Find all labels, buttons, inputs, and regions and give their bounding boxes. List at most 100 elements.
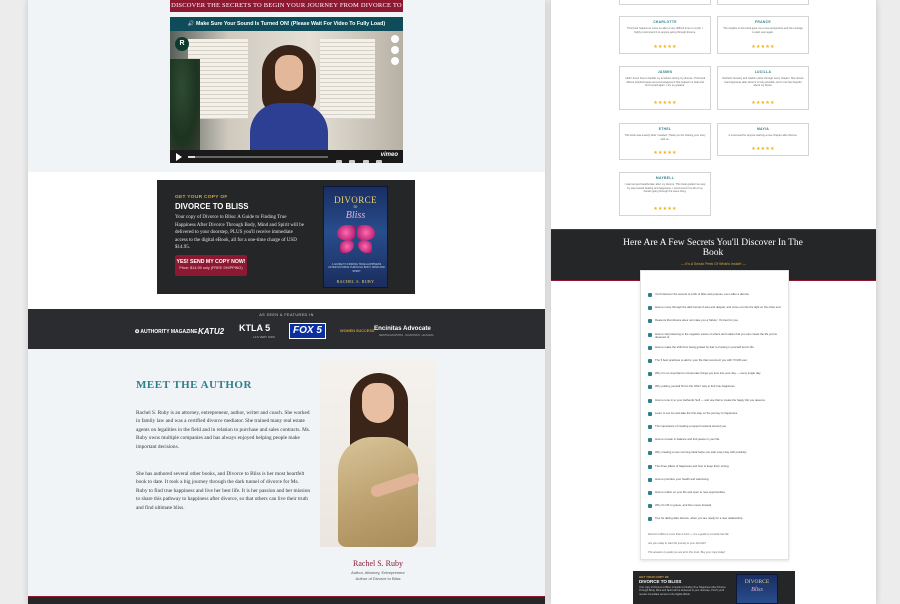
secret-bullet-text: How to move through the dark tunnel of l… [655, 305, 782, 310]
send-copy-price: Price: $14.95 only (FREE SHIPPING) [179, 266, 243, 270]
secret-bullet-text: Why putting yourself first is the ONLY w… [655, 384, 736, 389]
video-progress-fill [188, 156, 195, 158]
testimonial-card: ETHEL This book was exactly what I neede… [619, 123, 711, 160]
volume-icon[interactable] [336, 160, 342, 163]
testimonial-card: LUCILLA Rachel's honesty and wisdom shin… [717, 66, 809, 110]
checkmark-icon [648, 477, 652, 482]
video-controls: vimeo [170, 150, 403, 163]
secret-bullet-text: Why creating a new morning ritual helps … [655, 450, 747, 455]
video-frame [170, 31, 403, 150]
secret-bullet: How to make the shift from being guided … [648, 344, 784, 350]
secret-bullet-text: How to remain in balance and find peace … [655, 437, 720, 442]
author-bio-2: She has authored several other books, an… [136, 471, 311, 511]
footer-strip [28, 596, 545, 604]
checkmark-icon [648, 451, 652, 456]
checkmark-icon [648, 345, 652, 350]
checkmark-icon [648, 398, 652, 403]
testimonial-card: CHARLOTTE This book helped me move on af… [619, 16, 711, 54]
author-role: Author, Attorney, Entrepreneur Author of… [320, 570, 436, 581]
as-seen-section: AS SEEN & FEATURED IN ✪ AUTHORITY MAGAZI… [28, 309, 545, 349]
video-sound-notice: 🔊 Make Sure Your Sound Is Turned ON! (Pl… [170, 17, 403, 31]
promo-kicker: GET YOUR COPY OF [175, 195, 228, 200]
checkmark-icon [648, 359, 652, 363]
secret-bullet-text: How to tune in to your Authentic Self — … [655, 397, 766, 402]
video-player[interactable]: 🔊 Make Sure Your Sound Is Turned ON! (Pl… [170, 17, 403, 163]
window-shutters-right [320, 39, 375, 119]
checkmark-icon [648, 464, 652, 469]
checkmark-icon [648, 411, 652, 416]
fox5-logo: FOX 5 [289, 323, 326, 339]
author-photo [320, 359, 436, 547]
speaker-figure [250, 45, 328, 150]
testimonial-name: FRANCE [755, 20, 771, 24]
book-promo: GET YOUR COPY OF DIVORCE TO BLISS Your c… [157, 180, 415, 294]
secret-bullet: Why creating a new morning ritual helps … [648, 450, 784, 456]
secret-bullet-text: How to reflect on your life and open to … [655, 490, 726, 494]
share-icon[interactable] [391, 57, 399, 65]
meet-author-heading: MEET THE AUTHOR [136, 379, 252, 391]
secret-bullet: Learn to Let Go and take the first step … [648, 410, 784, 416]
like-icon[interactable] [391, 35, 399, 43]
player-icons [336, 153, 385, 163]
fullscreen-icon[interactable] [376, 160, 383, 163]
author-signature: Rachel S. Ruby [353, 559, 403, 568]
secret-bullet: How to remain in balance and find peace … [648, 437, 784, 443]
secret-bullet: You'll discover the secrets to a life of… [648, 292, 784, 297]
testimonial-name: ETHEL [658, 127, 672, 131]
checkmark-icon [648, 319, 652, 324]
secrets-footnote: The answers to guide you are all in this… [648, 550, 725, 554]
promo-body: Your copy of Divorce to Bliss: A Guide t… [639, 586, 726, 596]
cover-title: DIVORCE [744, 579, 770, 585]
cover-bliss: Bliss [345, 210, 366, 221]
cover-subtitle: A GUIDE TO FINDING TRUE HAPPINESS AFTER … [328, 263, 385, 273]
checkmark-icon [648, 504, 652, 509]
play-icon[interactable] [176, 153, 182, 161]
testimonial-card: MAYBELL I was lost and heartbroken after… [619, 172, 711, 216]
secret-bullet-text: The 5 best practices to add to your life… [655, 358, 748, 362]
testimonial-text: A must-read for anyone starting a new ch… [728, 134, 798, 137]
testimonial-name: MAYIA [756, 127, 770, 131]
send-copy-button[interactable]: YES! SEND MY COPY NOW! Price: $14.95 onl… [175, 255, 247, 276]
testimonial-name: JASMIN [657, 70, 673, 74]
secret-bullet: How to move through the dark tunnel of l… [648, 305, 784, 311]
secret-bullet-text: How to make the shift from being guided … [655, 344, 755, 349]
ktla-logo: KTLA 5 [239, 323, 271, 333]
secret-bullet: The importance of creating a support net… [648, 424, 784, 429]
testimonial-card: JASMIN I didn't know how to handle my em… [619, 66, 711, 110]
testimonial-text: This book helped me move on after a very… [627, 27, 703, 34]
hero-section: DISCOVER THE SECRETS TO BEGIN YOUR JOURN… [28, 0, 545, 172]
landing-page-left: DISCOVER THE SECRETS TO BEGIN YOUR JOURN… [28, 0, 545, 604]
testimonial-card: FRANCE The insights in this book gave me… [717, 16, 809, 54]
testimonial-text: I didn't know how to handle my emotions … [624, 77, 706, 88]
star-rating: ★★★★★ [653, 100, 677, 106]
encinitas-tagline: SERVING ENCINITAS · OLIVENHAIN · LEUCADI… [379, 334, 434, 337]
cover-title: DIVORCE [334, 195, 377, 205]
checkmark-icon [648, 425, 652, 429]
video-progress-bar[interactable] [188, 156, 328, 158]
checkmark-icon [648, 517, 652, 522]
secrets-title: Here Are A Few Secrets You'll Discover I… [623, 238, 803, 258]
secret-bullet-text: The three pillars of happiness and how t… [655, 463, 730, 468]
cover-bliss: Bliss [751, 587, 763, 593]
cover-author: RACHEL S. RUBY [336, 279, 375, 284]
plant [170, 59, 200, 150]
testimonials-section: CHARLOTTE This book helped me move on af… [551, 0, 876, 228]
secret-bullet-text: Learn to Let Go and take the first step … [655, 410, 738, 415]
secret-bullet: How to reflect on your life and open to … [648, 490, 784, 495]
secrets-footnote: Are you ready to start the journey to yo… [648, 541, 707, 545]
secret-bullet: How to prioritize your health and well-b… [648, 476, 784, 482]
book-cover: DIVORCE Bliss [736, 574, 778, 604]
vimeo-logo[interactable]: vimeo [381, 152, 398, 158]
secret-bullet-text: Why it is so important to incorporate th… [655, 371, 761, 376]
secret-bullet-text: How to prioritize your health and well-b… [655, 476, 710, 481]
testimonial-name: CHARLOTTE [653, 20, 677, 24]
settings-icon[interactable] [349, 160, 356, 163]
checkmark-icon [648, 293, 652, 297]
secret-bullet: The 5 best practices to add to your life… [648, 358, 784, 363]
watch-later-icon[interactable] [391, 46, 399, 54]
checkmark-icon [648, 306, 652, 311]
pip-icon[interactable] [362, 160, 369, 163]
star-rating: ★★★★★ [751, 146, 775, 152]
checkmark-icon [648, 332, 652, 337]
landing-page-right: CHARLOTTE This book helped me move on af… [551, 0, 876, 604]
